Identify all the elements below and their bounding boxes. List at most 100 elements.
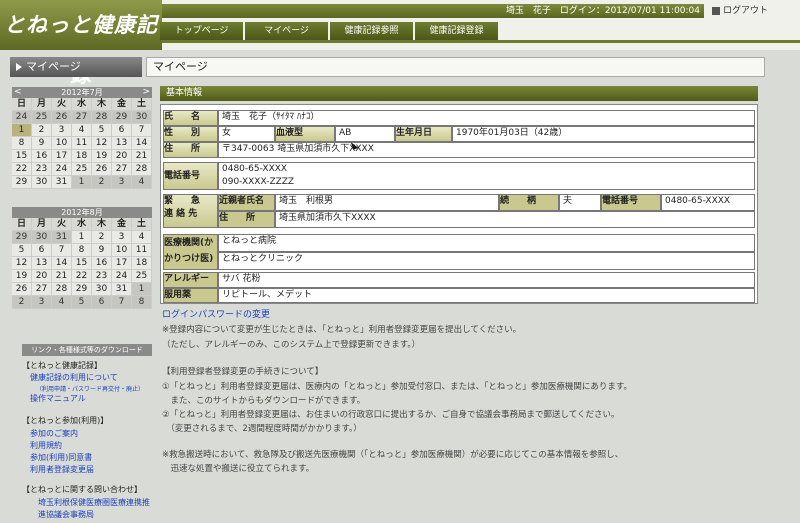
calendar-day[interactable]: 29 [12,231,32,244]
calendar-day[interactable]: 6 [32,244,52,257]
calendar-day[interactable]: 5 [92,124,112,137]
calendar-prev-button[interactable]: < [14,87,22,98]
calendar-day[interactable]: 13 [112,137,132,150]
calendar-day[interactable]: 2 [92,231,112,244]
calendar-day[interactable]: 30 [32,176,52,189]
calendar-day[interactable]: 1 [72,231,92,244]
calendar-day[interactable]: 27 [72,111,92,124]
calendar-day[interactable]: 1 [12,124,32,137]
calendar-day[interactable]: 3 [112,231,132,244]
link-usage-subtext[interactable]: （利用申請・パスワード再交付・廃止） [36,384,144,393]
calendar-day[interactable]: 25 [32,111,52,124]
calendar-day[interactable]: 16 [32,150,52,163]
calendar-day[interactable]: 27 [112,163,132,176]
calendar-day[interactable]: 19 [92,150,112,163]
calendar-day[interactable]: 6 [92,296,112,309]
calendar-day[interactable]: 14 [52,257,72,270]
calendar-day[interactable]: 6 [112,124,132,137]
calendar-day[interactable]: 4 [72,124,92,137]
link-operation-manual[interactable]: 操作マニュアル [30,393,86,404]
calendar-day[interactable]: 3 [112,176,132,189]
calendar-day[interactable]: 12 [92,137,112,150]
calendar-day[interactable]: 8 [132,296,152,309]
calendar-day[interactable]: 1 [132,283,152,296]
calendar-day[interactable]: 2 [12,296,32,309]
calendar-day[interactable]: 9 [32,137,52,150]
calendar-day[interactable]: 26 [92,163,112,176]
logout-button[interactable]: ログアウト [712,4,792,18]
calendar-day[interactable]: 5 [12,244,32,257]
calendar-day[interactable]: 11 [72,137,92,150]
nav-my-page[interactable]: マイページ [245,22,328,40]
link-user-change-form[interactable]: 利用者登録変更届 [30,464,94,475]
value-allergy[interactable]: サバ 花粉 [218,272,755,288]
calendar-day[interactable]: 19 [12,270,32,283]
calendar-day[interactable]: 7 [112,296,132,309]
calendar-day[interactable]: 24 [12,111,32,124]
calendar-day[interactable]: 15 [72,257,92,270]
calendar-day[interactable]: 2 [32,124,52,137]
calendar-day[interactable]: 30 [132,111,152,124]
link-council-office[interactable]: 埼玉利根保健医療圏医療連携推 [38,497,150,508]
link-health-record-usage[interactable]: 健康記録の利用について [30,372,118,383]
calendar-day[interactable]: 25 [132,270,152,283]
calendar-day[interactable]: 13 [32,257,52,270]
calendar-day[interactable]: 31 [52,176,72,189]
link-council-office-cont[interactable]: 進協議会事務局 [38,509,94,520]
calendar-day[interactable]: 30 [32,231,52,244]
calendar-day[interactable]: 26 [52,111,72,124]
calendar-day[interactable]: 20 [32,270,52,283]
calendar-day[interactable]: 22 [12,163,32,176]
calendar-day[interactable]: 18 [72,150,92,163]
calendar-next-button[interactable]: > [142,87,150,98]
nav-health-record-view[interactable]: 健康記録参照 [330,22,413,40]
calendar-day[interactable]: 14 [132,137,152,150]
calendar-day[interactable]: 27 [32,283,52,296]
calendar-day[interactable]: 7 [52,244,72,257]
calendar-day[interactable]: 29 [12,176,32,189]
calendar-day[interactable]: 29 [72,283,92,296]
calendar-day[interactable]: 30 [92,283,112,296]
calendar-day[interactable]: 3 [32,296,52,309]
calendar-day[interactable]: 16 [92,257,112,270]
calendar-day[interactable]: 21 [132,150,152,163]
calendar-day[interactable]: 20 [112,150,132,163]
calendar-day[interactable]: 10 [52,137,72,150]
calendar-day[interactable]: 23 [32,163,52,176]
link-terms-of-use[interactable]: 利用規約 [30,440,62,451]
calendar-day[interactable]: 15 [12,150,32,163]
calendar-day[interactable]: 4 [132,176,152,189]
calendar-day[interactable]: 26 [12,283,32,296]
calendar-day[interactable]: 11 [132,244,152,257]
calendar-day[interactable]: 17 [52,150,72,163]
calendar-day[interactable]: 21 [52,270,72,283]
link-participation-guide[interactable]: 参加のご案内 [30,428,78,439]
calendar-day[interactable]: 31 [112,283,132,296]
calendar-day[interactable]: 8 [12,137,32,150]
calendar-day[interactable]: 5 [72,296,92,309]
calendar-day[interactable]: 28 [52,283,72,296]
calendar-day[interactable]: 24 [112,270,132,283]
calendar-day[interactable]: 25 [72,163,92,176]
calendar-day[interactable]: 2 [92,176,112,189]
calendar-day[interactable]: 12 [12,257,32,270]
calendar-day[interactable]: 7 [132,124,152,137]
calendar-day[interactable]: 1 [72,176,92,189]
calendar-day[interactable]: 10 [112,244,132,257]
nav-health-record-register[interactable]: 健康記録登録 [415,22,498,40]
calendar-day[interactable]: 22 [72,270,92,283]
calendar-day[interactable]: 28 [132,163,152,176]
calendar-day[interactable]: 31 [52,231,72,244]
nav-top-page[interactable]: トップページ [160,22,243,40]
password-change-link[interactable]: ログインパスワードの変更 [162,307,270,320]
calendar-day[interactable]: 3 [52,124,72,137]
calendar-day[interactable]: 4 [132,231,152,244]
calendar-day[interactable]: 28 [92,111,112,124]
calendar-day[interactable]: 29 [112,111,132,124]
calendar-day[interactable]: 9 [92,244,112,257]
calendar-day[interactable]: 4 [52,296,72,309]
link-consent-form[interactable]: 参加(利用)同意書 [30,452,92,463]
calendar-day[interactable]: 23 [92,270,112,283]
calendar-day[interactable]: 24 [52,163,72,176]
app-logo[interactable]: とねっと健康記録 [0,0,162,87]
